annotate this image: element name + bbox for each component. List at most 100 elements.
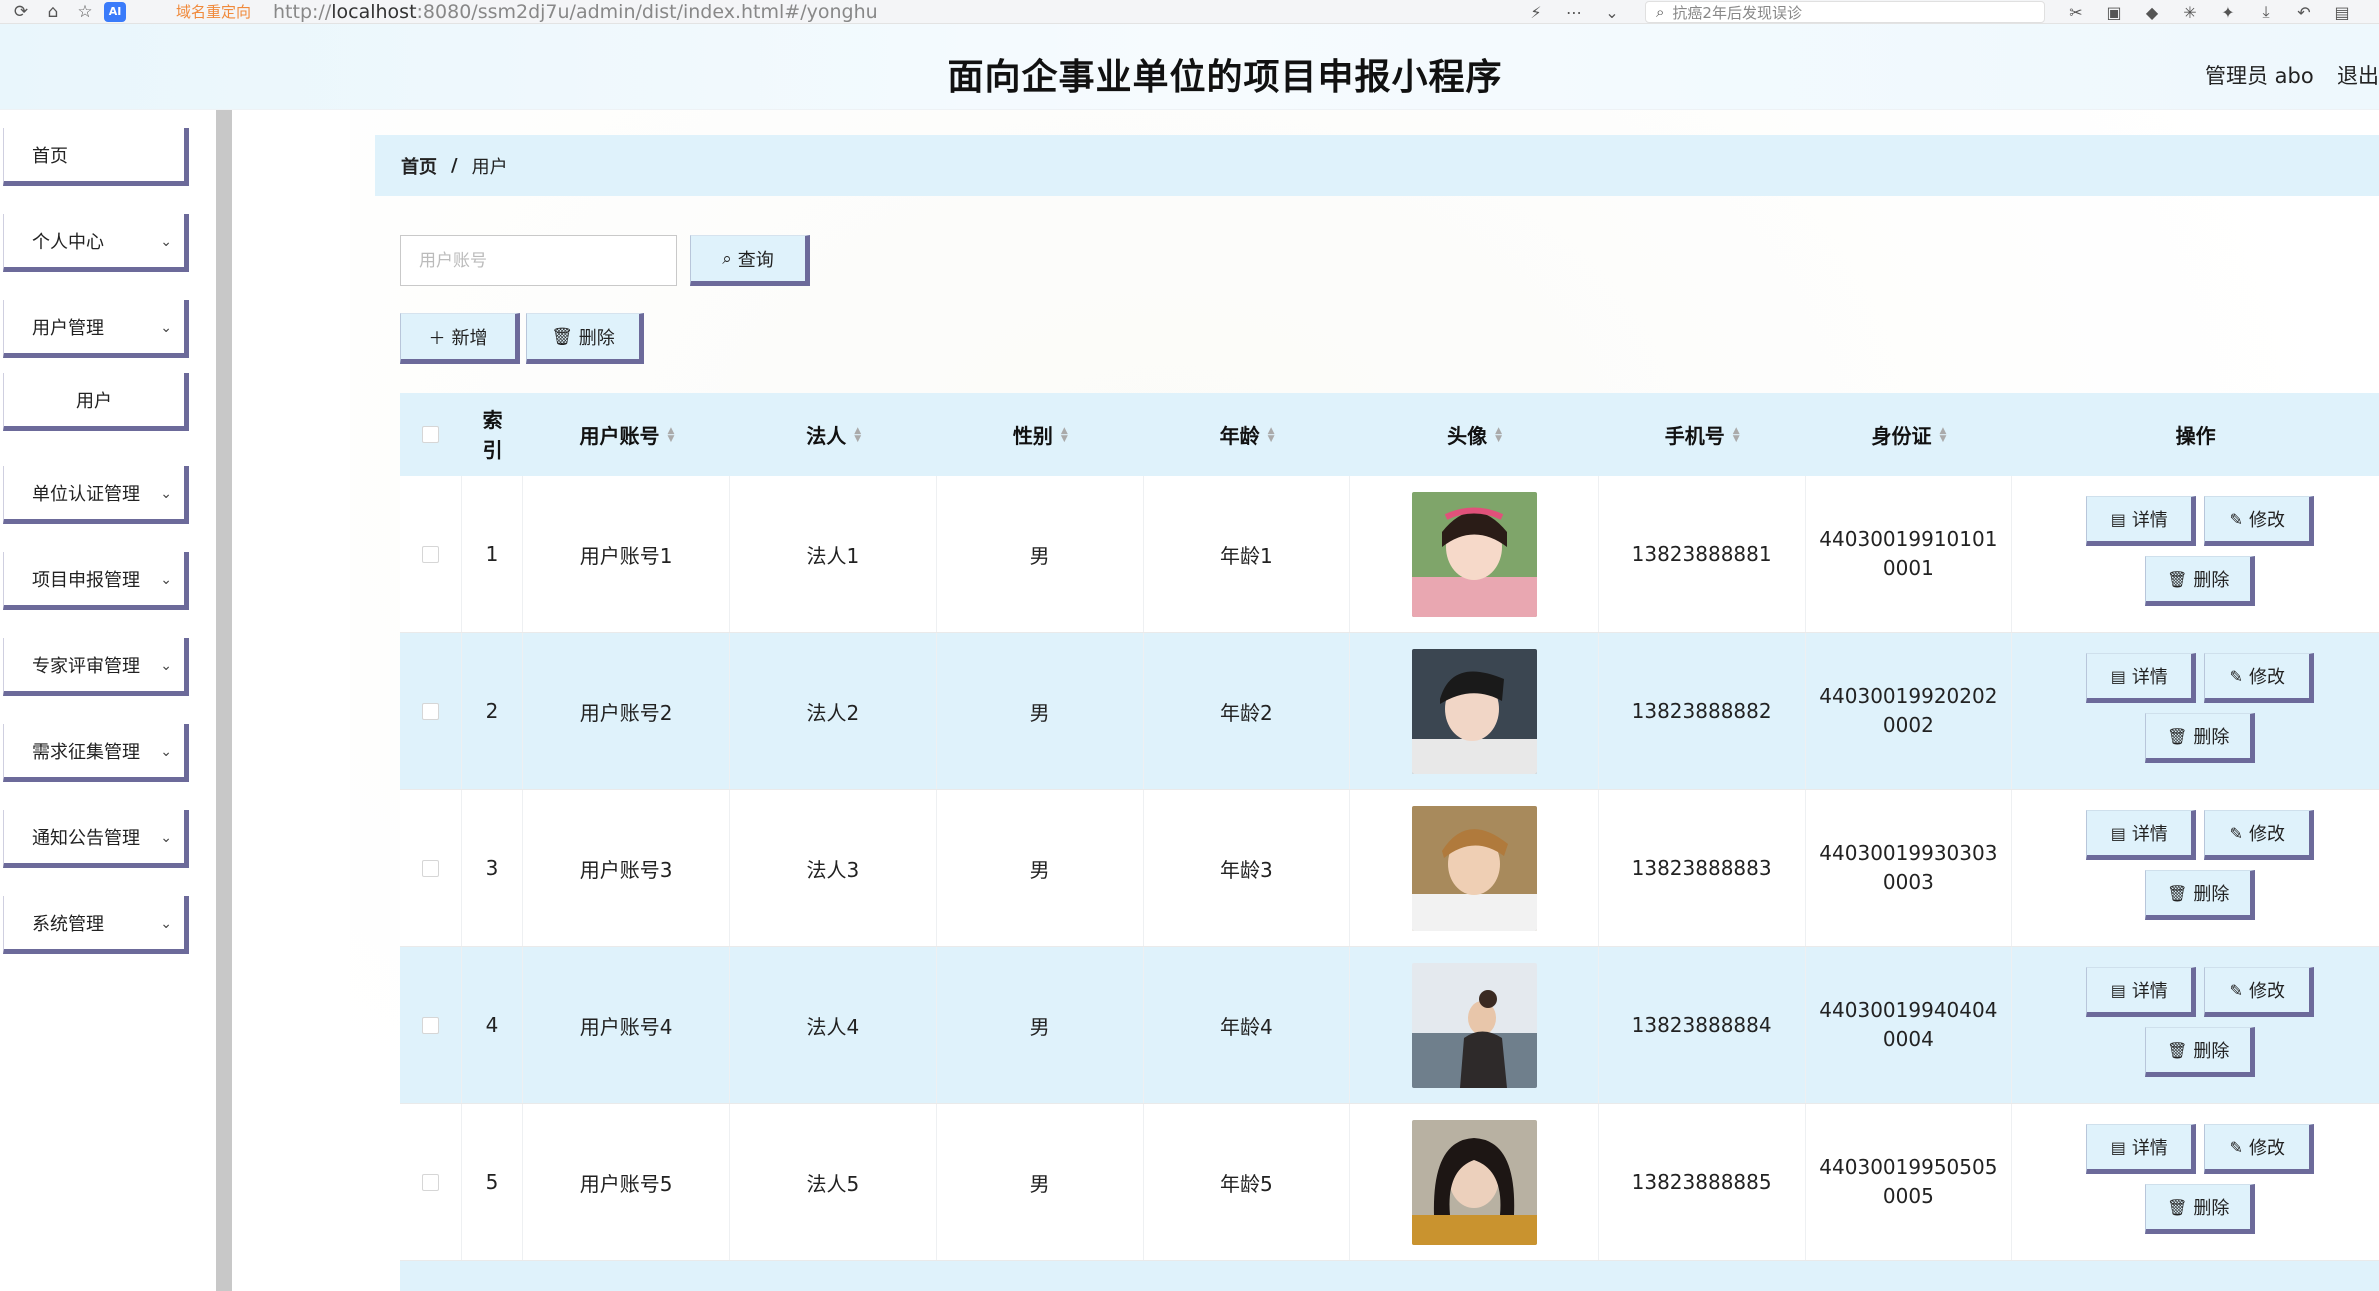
sidebar-item-project-application[interactable]: 项目申报管理 ⌄: [3, 552, 189, 610]
sidebar-item-system[interactable]: 系统管理 ⌄: [3, 896, 189, 954]
apps-icon[interactable]: ✳: [2178, 1, 2202, 23]
logout-link[interactable]: 退出: [2337, 60, 2379, 90]
table-body: 1 用户账号1 法人1 男 年龄1 13823888881 4403001991…: [400, 476, 2379, 1291]
address-bar[interactable]: http://localhost:8080/ssm2dj7u/admin/dis…: [273, 1, 878, 23]
breadcrumb-separator: /: [451, 155, 458, 176]
sort-icon[interactable]: ▲ ▼: [1268, 426, 1275, 443]
sort-icon[interactable]: ▲ ▼: [854, 426, 861, 443]
translate-icon[interactable]: ▣: [2102, 1, 2126, 23]
more-icon[interactable]: ⋯: [1562, 1, 1586, 23]
edit-button[interactable]: ✎ 修改: [2204, 967, 2315, 1017]
header-phone[interactable]: 手机号 ▲ ▼: [1599, 393, 1806, 476]
cell-idcard: 440300199505050005: [1806, 1104, 2013, 1260]
cell-index: 1: [462, 476, 524, 632]
download-icon[interactable]: ⤓: [2254, 1, 2278, 23]
avatar-image[interactable]: [1411, 491, 1537, 617]
header-idcard[interactable]: 身份证 ▲ ▼: [1806, 393, 2013, 476]
edit-label: 修改: [2248, 510, 2285, 531]
cell-age: 年龄3: [1144, 790, 1351, 946]
bulk-delete-button[interactable]: 🗑 删除: [526, 313, 644, 364]
detail-button[interactable]: ▤ 详情: [2086, 810, 2197, 860]
header-age[interactable]: 年龄 ▲ ▼: [1144, 393, 1351, 476]
search-icon: ⌕: [1656, 3, 1665, 21]
sort-icon[interactable]: ▲ ▼: [1939, 426, 1946, 443]
detail-button[interactable]: ▤ 详情: [2086, 1124, 2197, 1174]
sidebar-scrollbar[interactable]: [216, 110, 232, 1291]
avatar-image[interactable]: [1411, 648, 1537, 774]
favorite-icon[interactable]: ☆: [74, 1, 96, 23]
avatar-image[interactable]: [1411, 962, 1537, 1088]
cell-avatar: [1350, 633, 1599, 789]
row-checkbox[interactable]: [421, 702, 439, 720]
header-legal[interactable]: 法人 ▲ ▼: [730, 393, 937, 476]
header-avatar[interactable]: 头像 ▲ ▼: [1350, 393, 1598, 476]
sidebar-item-personal-center[interactable]: 个人中心 ⌄: [3, 214, 189, 272]
edit-button[interactable]: ✎ 修改: [2204, 496, 2315, 546]
sort-icon[interactable]: ▲ ▼: [1495, 426, 1502, 443]
sort-icon[interactable]: ▲ ▼: [1061, 426, 1068, 443]
scissors-icon[interactable]: ✂: [2064, 1, 2088, 23]
sidebar-item-user-management[interactable]: 用户管理 ⌄: [3, 300, 189, 358]
lightning-icon[interactable]: ⚡: [1524, 1, 1548, 23]
browser-search-box[interactable]: ⌕ 抗癌2年后发现误诊: [1645, 1, 2045, 23]
search-button[interactable]: ⌕ 查询: [690, 235, 810, 286]
cell-ops: ▤ 详情 ✎ 修改 🗑 删除: [2012, 633, 2379, 789]
header-account[interactable]: 用户账号 ▲ ▼: [524, 393, 731, 476]
trash-icon: 🗑: [2167, 1040, 2188, 1060]
wallet-icon[interactable]: ▤: [2330, 1, 2354, 23]
header-legal-label: 法人: [806, 424, 847, 448]
undo-icon[interactable]: ↶: [2292, 1, 2316, 23]
row-checkbox[interactable]: [421, 1173, 439, 1191]
ai-assistant-icon[interactable]: AI: [104, 1, 126, 22]
sidebar-item-demand-collection[interactable]: 需求征集管理 ⌄: [3, 724, 189, 782]
header-gender[interactable]: 性别 ▲ ▼: [937, 393, 1144, 476]
detail-button[interactable]: ▤ 详情: [2086, 967, 2197, 1017]
detail-button[interactable]: ▤ 详情: [2086, 653, 2197, 703]
header-select-all[interactable]: [400, 393, 462, 476]
delete-button[interactable]: 🗑 删除: [2145, 556, 2256, 606]
sidebar-item-label: 单位认证管理: [32, 483, 140, 505]
account-search-input[interactable]: [400, 235, 677, 286]
trash-icon: 🗑: [2167, 883, 2188, 903]
idcard-text: 440300199404040004: [1819, 998, 1998, 1051]
edit-button[interactable]: ✎ 修改: [2204, 653, 2315, 703]
url-rest: :8080/ssm2dj7u/admin/dist/index.html#/yo…: [416, 0, 878, 23]
cell-gender: 男: [937, 790, 1144, 946]
delete-button[interactable]: 🗑 删除: [2145, 1027, 2256, 1077]
reload-icon[interactable]: ⟳: [10, 1, 32, 23]
breadcrumb-home[interactable]: 首页: [401, 153, 437, 179]
row-checkbox[interactable]: [421, 545, 439, 563]
sort-icon[interactable]: ▲ ▼: [668, 426, 675, 443]
home-icon[interactable]: ⌂: [42, 1, 64, 23]
avatar-image[interactable]: [1411, 805, 1537, 931]
extensions-icon[interactable]: ✦: [2216, 1, 2240, 23]
delete-button[interactable]: 🗑 删除: [2145, 713, 2256, 763]
sidebar-item-notices[interactable]: 通知公告管理 ⌄: [3, 810, 189, 868]
cell-phone: 13823888881: [1599, 476, 1806, 632]
add-button[interactable]: ＋ 新增: [400, 313, 520, 364]
delete-button[interactable]: 🗑 删除: [2145, 870, 2256, 920]
detail-button[interactable]: ▤ 详情: [2086, 496, 2197, 546]
sidebar-item-unit-certification[interactable]: 单位认证管理 ⌄: [3, 466, 189, 524]
sidebar-item-expert-review[interactable]: 专家评审管理 ⌄: [3, 638, 189, 696]
row-checkbox[interactable]: [421, 1016, 439, 1034]
select-all-checkbox[interactable]: [422, 426, 440, 443]
table-header: 索引 用户账号 ▲▼ 法人 ▲▼ 性别 ▲▼ 年龄 ▲▼ 头像 ▲▼: [400, 393, 2379, 476]
edit-button[interactable]: ✎ 修改: [2204, 810, 2315, 860]
cell-account: 用户账号5: [523, 1104, 730, 1260]
browser-search-text: 抗癌2年后发现误诊: [1672, 3, 1802, 22]
cell-idcard: 440300199202020002: [1806, 633, 2013, 789]
delete-button[interactable]: 🗑 删除: [2145, 1184, 2256, 1234]
sidebar-item-label: 用户管理: [32, 317, 104, 339]
sort-icon[interactable]: ▲ ▼: [1733, 426, 1740, 443]
avatar-image[interactable]: [1411, 1119, 1537, 1245]
header-gender-label: 性别: [1012, 424, 1053, 448]
chevron-down-icon[interactable]: ⌄: [1600, 1, 1624, 23]
cell-ops: ▤ 详情 ✎ 修改 🗑 删除: [2012, 1104, 2379, 1260]
cell-phone: 13823888882: [1599, 633, 1806, 789]
sidebar-item-home[interactable]: 首页: [3, 128, 189, 186]
edit-button[interactable]: ✎ 修改: [2204, 1124, 2315, 1174]
sidebar-subitem-users[interactable]: 用户: [3, 373, 189, 431]
game-icon[interactable]: ◆: [2140, 1, 2164, 23]
row-checkbox[interactable]: [421, 859, 439, 877]
